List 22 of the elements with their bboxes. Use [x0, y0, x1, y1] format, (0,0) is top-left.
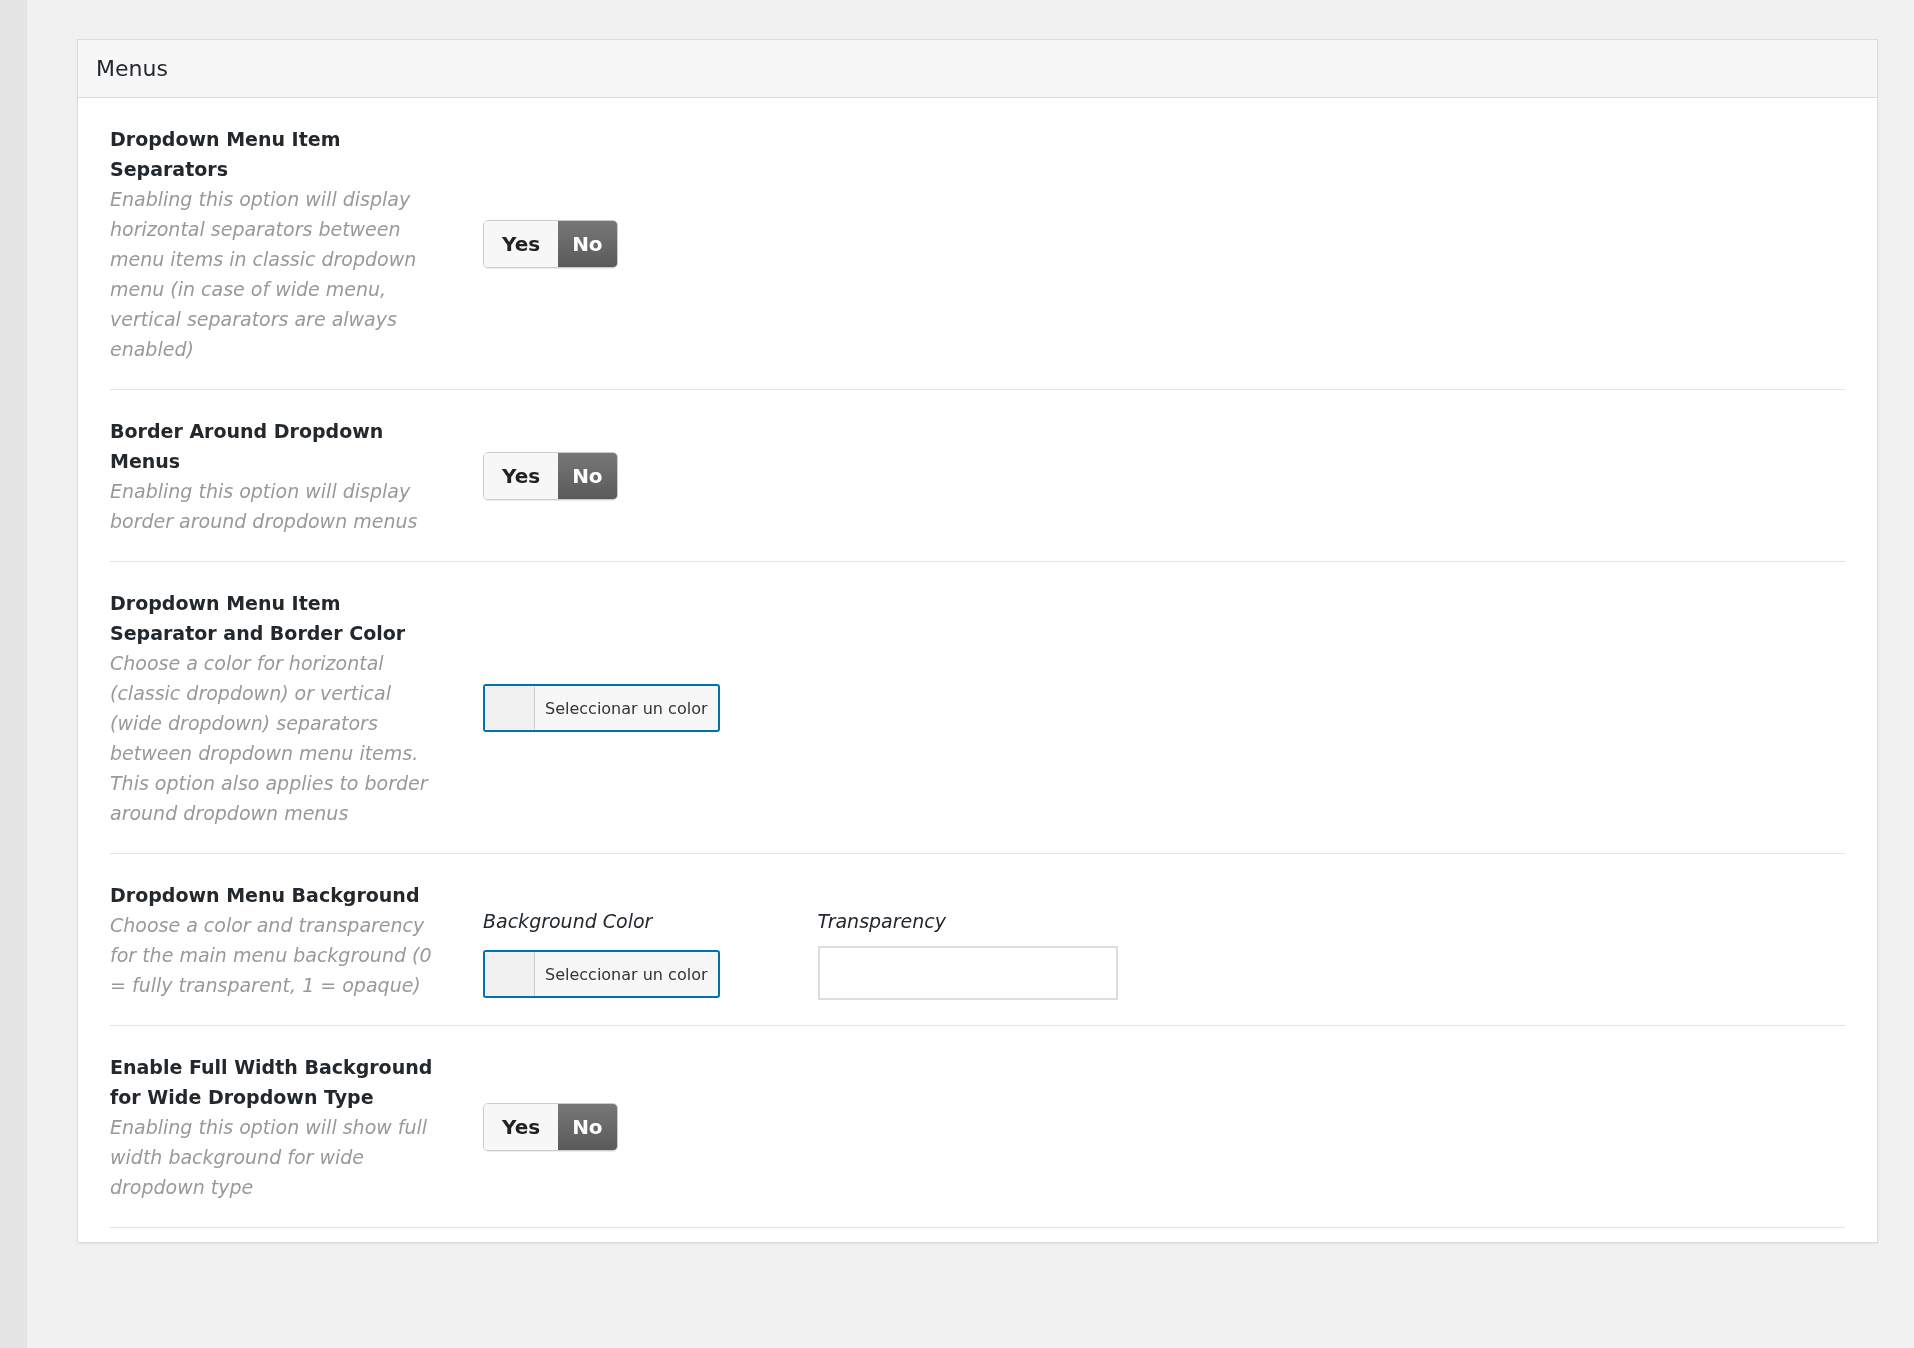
setting-title: Border Around Dropdown Menus: [110, 419, 385, 474]
color-picker-button[interactable]: Seleccionar un color: [483, 684, 720, 732]
toggle-option[interactable]: Yes: [484, 453, 559, 499]
toggle-option[interactable]: No: [558, 453, 617, 499]
transparency-input[interactable]: [817, 946, 1118, 1000]
field-label: Transparency: [817, 910, 947, 932]
toggle-option[interactable]: Yes: [484, 221, 559, 267]
toggle-option[interactable]: No: [558, 221, 617, 267]
toggle-option[interactable]: Yes: [484, 1104, 559, 1150]
setting-title: Dropdown Menu Item Separator and Border Color: [110, 591, 407, 646]
setting-description: Enabling this option will display horizontal separators between menu items in classic dropdown menu (in case of wide menu, vertical separators are always enabled): [110, 187, 418, 362]
panel-title: Menus: [96, 56, 168, 81]
setting-title: Enable Full Width Background for Wide Dropdown Type: [110, 1055, 434, 1110]
setting-description: Enabling this option will show full width background for wide dropdown type: [110, 1115, 429, 1200]
setting-title: Dropdown Menu Item Separators: [110, 127, 342, 182]
setting-title: Dropdown Menu Background: [110, 883, 421, 908]
color-picker-button[interactable]: Seleccionar un color: [483, 950, 720, 998]
field-label: Background Color: [483, 910, 655, 932]
setting-description: Enabling this option will display border around dropdown menus: [110, 479, 419, 534]
setting-description: Choose a color for horizontal (classic dropdown) or vertical (wide dropdown) separators between dropdown menu items. This option also applies to border around dropdown menus: [110, 651, 430, 826]
setting-description: Choose a color and transparency for the main menu background (0 = fully transparent, 1 = opaque): [110, 913, 433, 998]
toggle-option[interactable]: No: [558, 1104, 617, 1150]
